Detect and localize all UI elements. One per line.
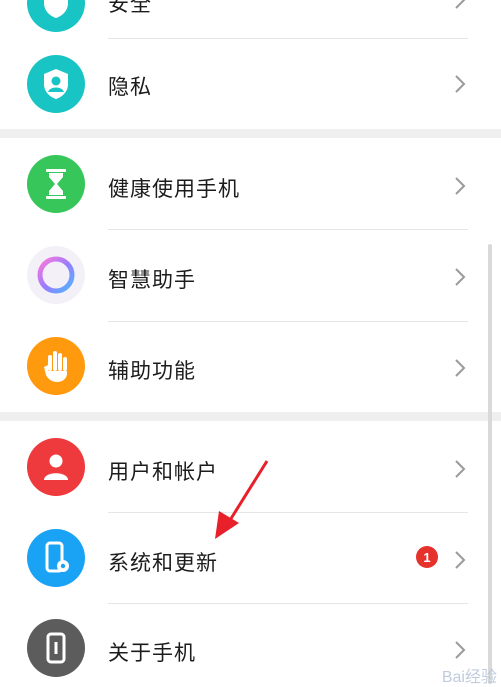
- phone-gear-icon: [27, 529, 85, 587]
- settings-item-label: 隐私: [108, 75, 152, 99]
- settings-item-smart-assistant[interactable]: 智慧助手: [0, 231, 501, 322]
- settings-item-label: 安全: [108, 0, 152, 16]
- settings-item-label: 智慧助手: [108, 268, 196, 292]
- privacy-shield-icon: [27, 55, 85, 113]
- settings-item-label: 系统和更新: [108, 551, 218, 575]
- chevron-right-icon: [455, 177, 466, 195]
- divider: [108, 229, 468, 230]
- settings-item-label: 用户和帐户: [108, 460, 218, 484]
- assistant-ring-icon: [27, 246, 85, 304]
- chevron-right-icon: [455, 460, 466, 478]
- chevron-right-icon: [455, 551, 466, 569]
- settings-item-privacy[interactable]: 隐私: [0, 39, 501, 129]
- divider: [108, 512, 468, 513]
- user-icon: [27, 438, 85, 496]
- scrollbar[interactable]: [488, 244, 492, 684]
- settings-item-digital-balance[interactable]: 健康使用手机: [0, 138, 501, 230]
- section-gap: [0, 129, 501, 138]
- notification-badge: 1: [416, 546, 438, 568]
- settings-item-label: 健康使用手机: [108, 177, 240, 201]
- section-gap: [0, 412, 501, 421]
- chevron-right-icon: [455, 75, 466, 93]
- settings-item-security[interactable]: 安全: [0, 0, 501, 39]
- settings-item-about-phone[interactable]: 关于手机: [0, 604, 501, 687]
- chevron-right-icon: [455, 0, 466, 9]
- annotation-arrow-icon: [215, 460, 269, 539]
- hand-icon: [27, 337, 85, 395]
- chevron-right-icon: [455, 268, 466, 286]
- settings-item-label: 关于手机: [108, 641, 196, 665]
- shield-icon: [27, 0, 85, 32]
- settings-item-label: 辅助功能: [108, 359, 196, 383]
- settings-item-accessibility[interactable]: 辅助功能: [0, 322, 501, 412]
- hourglass-icon: [27, 155, 85, 213]
- chevron-right-icon: [455, 641, 466, 659]
- watermark: Bai经验: [441, 669, 497, 686]
- chevron-right-icon: [455, 359, 466, 377]
- phone-info-icon: [27, 619, 85, 677]
